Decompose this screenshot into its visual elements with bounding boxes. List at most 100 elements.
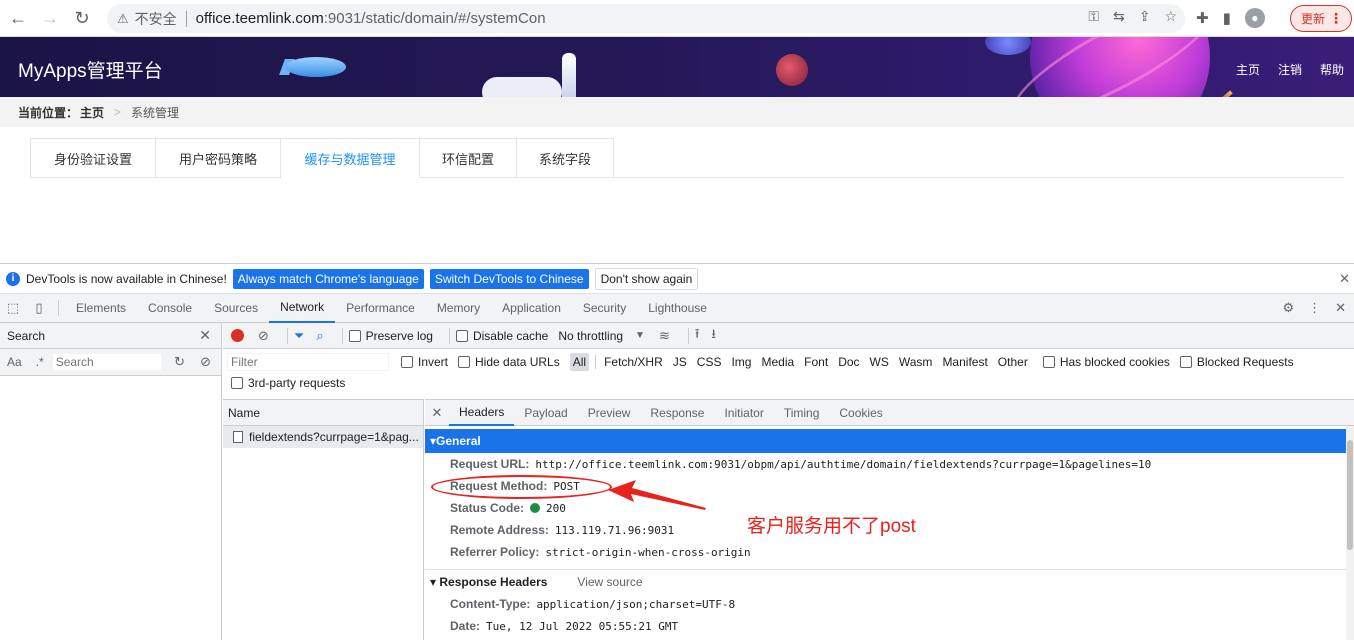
profile-avatar-icon[interactable]: ●: [1244, 8, 1265, 28]
reload-button[interactable]: ↻: [68, 4, 96, 32]
scroll-thumb[interactable]: [1347, 440, 1353, 550]
search-icon[interactable]: ⌕: [316, 328, 323, 344]
filter-type-other[interactable]: Other: [995, 353, 1031, 371]
filter-type-doc[interactable]: Doc: [835, 353, 862, 371]
filter-type-css[interactable]: CSS: [694, 353, 725, 371]
tab-password-policy[interactable]: 用户密码策略: [156, 138, 281, 178]
device-toolbar-icon[interactable]: ▯: [26, 300, 52, 316]
disable-cache-checkbox[interactable]: Disable cache: [455, 329, 548, 343]
header-link-logout[interactable]: 注销: [1278, 61, 1302, 78]
preserve-log-checkbox[interactable]: Preserve log: [348, 329, 433, 343]
breadcrumb: 当前位置： 主页 > 系统管理: [0, 97, 1354, 127]
view-source-link[interactable]: View source: [577, 575, 642, 589]
general-section-header[interactable]: ▾ General: [425, 429, 1346, 453]
detail-scrollbar[interactable]: [1346, 426, 1354, 640]
date-key: Date:: [450, 619, 481, 633]
dont-show-again-button[interactable]: Don't show again: [594, 267, 699, 290]
key-icon[interactable]: ⚿: [1088, 8, 1099, 25]
tab-elements[interactable]: Elements: [65, 294, 137, 323]
arrow-shape: [608, 480, 706, 510]
close-icon[interactable]: ✕: [1339, 271, 1350, 287]
export-har-icon[interactable]: ⭳: [711, 325, 716, 347]
import-har-icon[interactable]: ⭱: [695, 325, 700, 347]
tab-performance[interactable]: Performance: [335, 294, 426, 323]
network-conditions-icon[interactable]: ≋: [659, 328, 670, 344]
table-row[interactable]: fieldextends?currpage=1&pag...: [223, 426, 423, 448]
forward-button[interactable]: →: [36, 4, 64, 32]
inspect-element-icon[interactable]: ⬚: [0, 300, 26, 316]
referrer-policy-value: strict-origin-when-cross-origin: [545, 545, 751, 559]
header-link-home[interactable]: 主页: [1236, 61, 1260, 78]
filter-type-ws[interactable]: WS: [867, 353, 892, 371]
extensions-puzzle-icon[interactable]: ✚: [1196, 9, 1209, 27]
switch-chinese-button[interactable]: Switch DevTools to Chinese: [429, 268, 589, 289]
tab-auth-settings[interactable]: 身份验证设置: [30, 138, 156, 178]
tab-cache-data[interactable]: 缓存与数据管理: [281, 138, 420, 178]
close-search-icon[interactable]: ✕: [199, 327, 211, 344]
record-icon[interactable]: [231, 329, 244, 342]
tab-initiator[interactable]: Initiator: [714, 400, 773, 426]
document-icon: [233, 431, 243, 443]
chevron-right-icon: >: [114, 105, 122, 119]
blocked-requests-checkbox[interactable]: Blocked Requests: [1179, 355, 1294, 369]
side-panel-icon[interactable]: ▮: [1223, 9, 1231, 27]
gear-icon[interactable]: ⚙: [1282, 300, 1294, 316]
header-link-help[interactable]: 帮助: [1320, 61, 1344, 78]
request-list-header[interactable]: Name: [223, 400, 423, 426]
tab-easemob-config[interactable]: 环信配置: [420, 138, 517, 178]
url-text[interactable]: office.teemlink.com:9031/static/domain/#…: [196, 10, 546, 27]
search-controls: Aa .* Search ↻ ⊘: [0, 349, 221, 376]
filter-type-media[interactable]: Media: [758, 353, 797, 371]
response-headers-section-header[interactable]: ▾ Response Headers View source: [425, 569, 1346, 593]
tab-network[interactable]: Network: [269, 294, 336, 323]
filter-type-wasm[interactable]: Wasm: [896, 353, 936, 371]
clear-log-icon[interactable]: ⊘: [258, 328, 269, 344]
filter-type-all[interactable]: All: [569, 353, 590, 371]
settings-tabs: 身份验证设置 用户密码策略 缓存与数据管理 环信配置 系统字段: [30, 138, 1344, 178]
tab-system-fields[interactable]: 系统字段: [517, 138, 614, 178]
hide-data-urls-checkbox[interactable]: Hide data URLs: [458, 355, 560, 369]
close-detail-icon[interactable]: ✕: [425, 405, 449, 421]
match-case-toggle[interactable]: Aa: [7, 355, 22, 369]
search-input[interactable]: Search: [51, 353, 162, 371]
tab-lighthouse[interactable]: Lighthouse: [637, 294, 718, 323]
back-button[interactable]: ←: [4, 4, 32, 32]
tab-payload[interactable]: Payload: [514, 400, 577, 426]
invert-label: Invert: [418, 355, 449, 369]
filter-icon[interactable]: ⏷: [294, 328, 304, 344]
tab-timing[interactable]: Timing: [774, 400, 830, 426]
filter-type-img[interactable]: Img: [728, 353, 754, 371]
app-title: MyApps管理平台: [18, 61, 163, 82]
tab-headers[interactable]: Headers: [449, 400, 515, 426]
remote-address-value: 113.119.71.96:9031: [554, 523, 675, 537]
breadcrumb-home[interactable]: 主页: [80, 104, 104, 121]
match-language-button[interactable]: Always match Chrome's language: [232, 268, 424, 289]
filter-type-fetch-xhr[interactable]: Fetch/XHR: [601, 353, 666, 371]
close-devtools-icon[interactable]: ✕: [1335, 300, 1346, 316]
filter-type-js[interactable]: JS: [670, 353, 690, 371]
filter-type-font[interactable]: Font: [801, 353, 831, 371]
throttling-select[interactable]: No throttling: [558, 329, 623, 343]
tab-application[interactable]: Application: [491, 294, 572, 323]
translate-icon[interactable]: ⇆: [1113, 8, 1125, 25]
update-button[interactable]: 更新 ⋮: [1290, 5, 1352, 32]
tab-console[interactable]: Console: [137, 294, 203, 323]
more-options-icon[interactable]: ⋮: [1308, 300, 1321, 316]
star-icon[interactable]: ☆: [1164, 8, 1177, 25]
filter-type-manifest[interactable]: Manifest: [939, 353, 990, 371]
share-icon[interactable]: ⇪: [1139, 8, 1151, 25]
tab-sources[interactable]: Sources: [203, 294, 269, 323]
refresh-icon[interactable]: ↻: [174, 354, 185, 370]
tab-preview[interactable]: Preview: [578, 400, 641, 426]
has-blocked-cookies-checkbox[interactable]: Has blocked cookies: [1042, 355, 1170, 369]
address-bar[interactable]: ⚠ 不安全 office.teemlink.com:9031/static/do…: [107, 4, 1185, 33]
tab-security[interactable]: Security: [572, 294, 637, 323]
tab-response[interactable]: Response: [640, 400, 714, 426]
clear-icon[interactable]: ⊘: [200, 354, 211, 370]
tab-memory[interactable]: Memory: [426, 294, 491, 323]
invert-checkbox[interactable]: Invert: [401, 355, 448, 369]
regex-toggle[interactable]: .*: [36, 355, 44, 369]
third-party-checkbox[interactable]: 3rd-party requests: [231, 376, 345, 390]
tab-cookies[interactable]: Cookies: [829, 400, 892, 426]
filter-input[interactable]: Filter: [227, 353, 389, 371]
